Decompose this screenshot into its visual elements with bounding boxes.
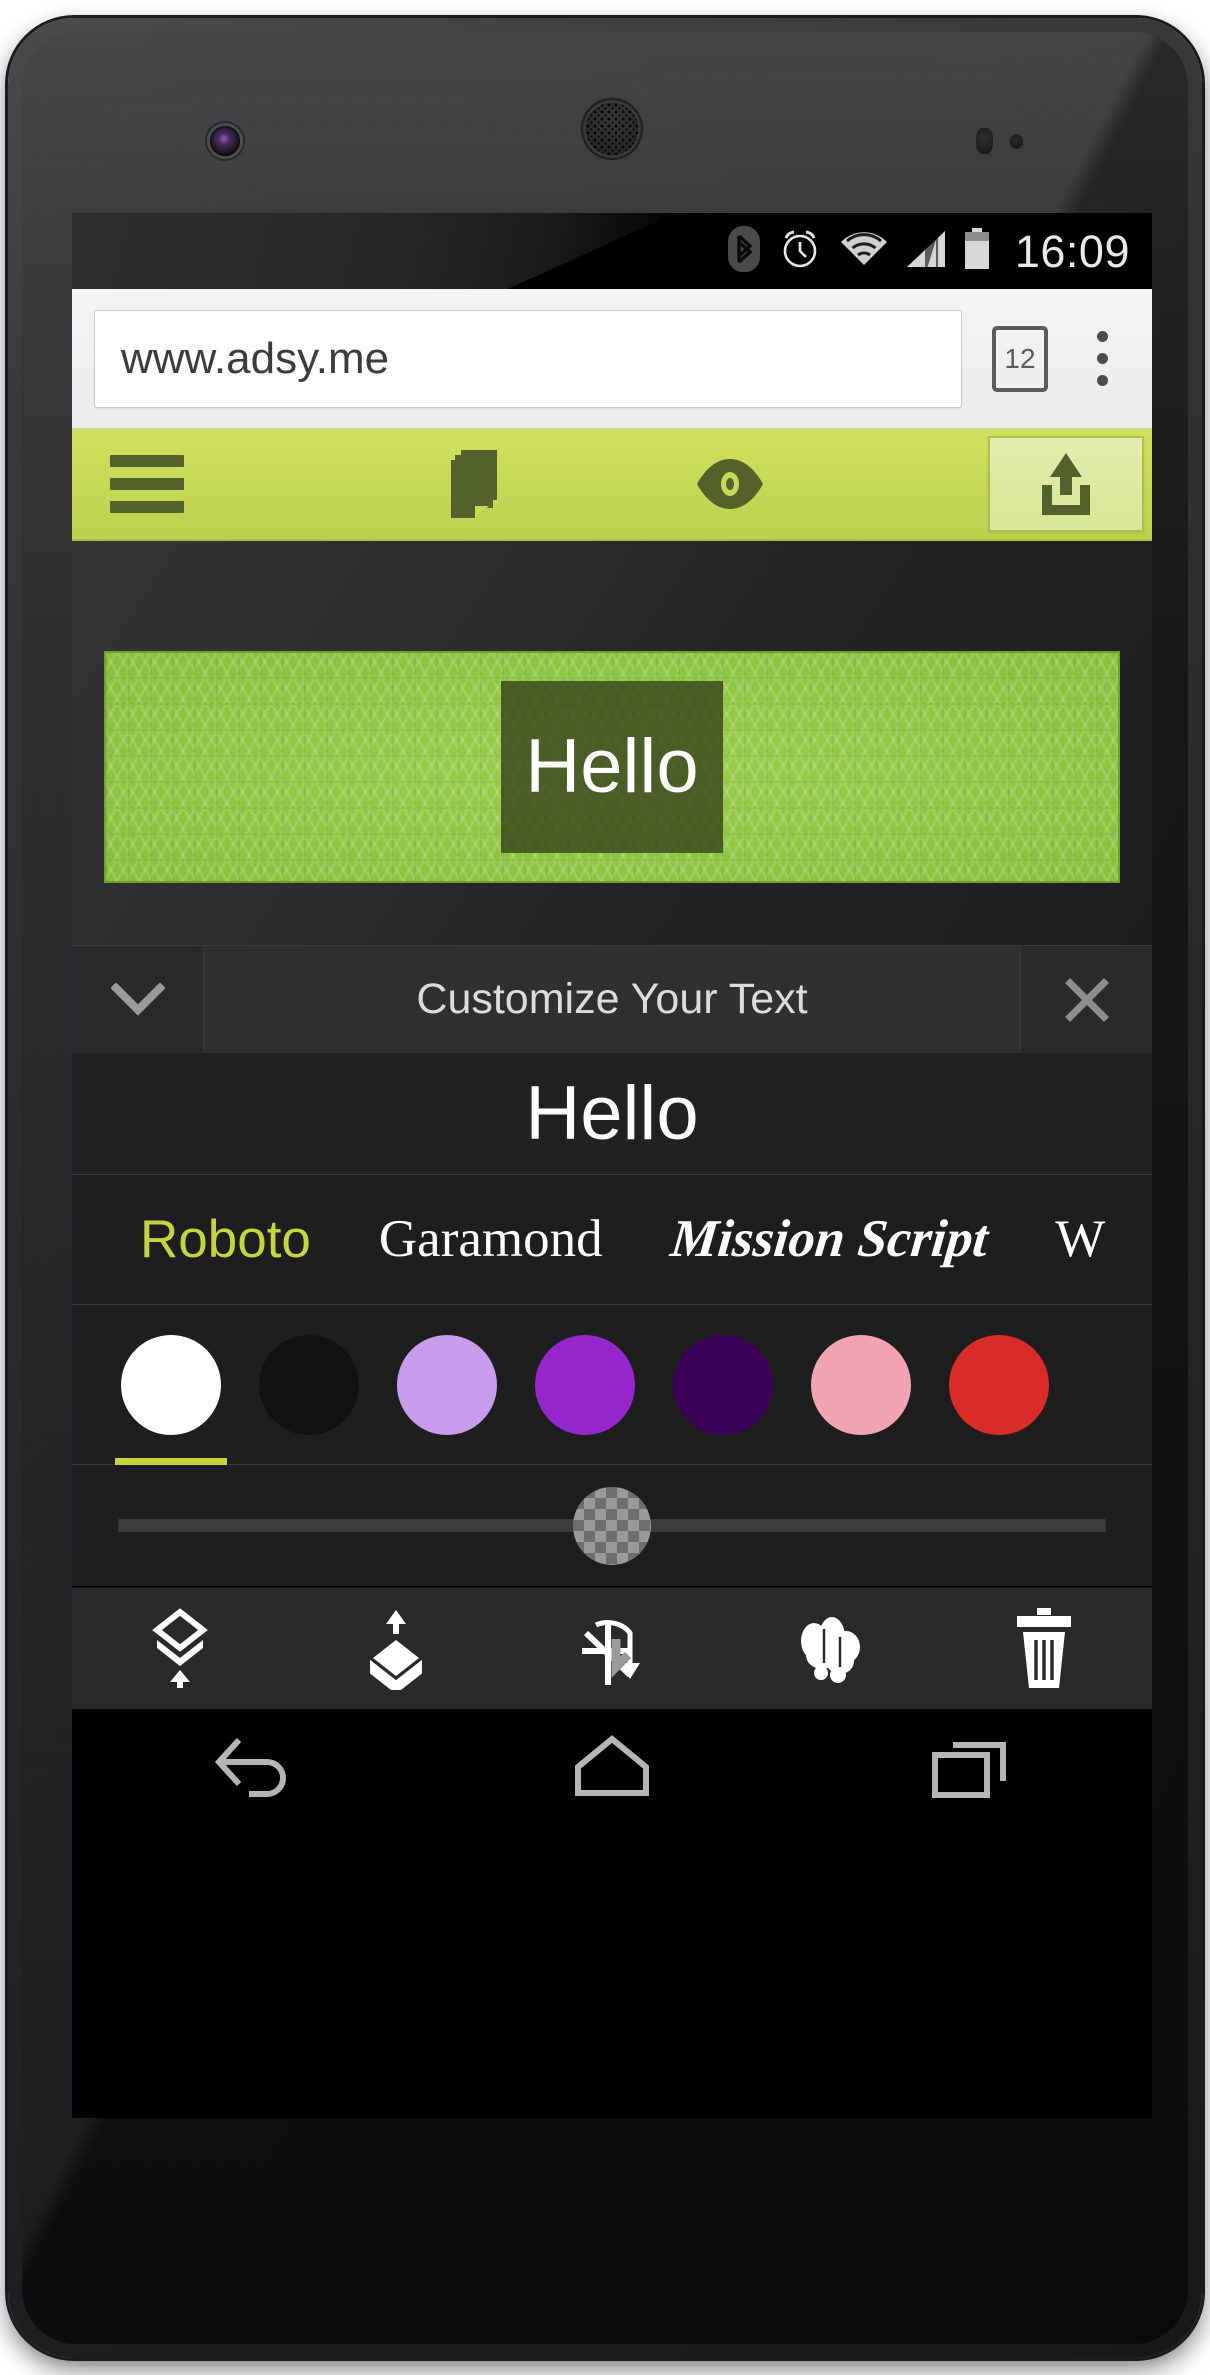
delete-button[interactable] — [936, 1588, 1152, 1710]
color-swatch-purple[interactable] — [516, 1305, 654, 1465]
text-preview-value: Hello — [525, 1070, 699, 1156]
wifi-icon — [839, 229, 889, 274]
font-option-garamond[interactable]: Garamond — [345, 1213, 637, 1266]
status-bar-clock: 16:09 — [1014, 225, 1130, 277]
tab-counter-button[interactable]: 12 — [992, 325, 1048, 392]
opacity-slider[interactable] — [72, 1465, 1152, 1587]
color-swatch-dark-purple[interactable] — [654, 1305, 792, 1465]
font-option-roboto[interactable]: Roboto — [106, 1213, 345, 1266]
swatch-dot — [673, 1334, 773, 1435]
design-card[interactable]: Hello — [104, 651, 1120, 883]
bring-forward-button[interactable] — [288, 1588, 504, 1710]
bluetooth-icon — [727, 225, 761, 278]
font-picker[interactable]: Roboto Garamond Mission Script W — [72, 1175, 1152, 1305]
color-swatch-pink[interactable] — [792, 1305, 930, 1465]
rotate-flip-button[interactable] — [504, 1588, 720, 1710]
proximity-sensor-icon — [976, 128, 993, 154]
chevron-down-icon[interactable] — [72, 946, 204, 1053]
eye-preview-icon[interactable] — [655, 428, 805, 540]
earpiece-speaker-icon — [581, 98, 643, 160]
phone-device-frame: 16:09 www.adsy.me 12 Hello Customize You… — [8, 18, 1202, 2358]
recent-apps-icon[interactable] — [872, 1709, 1072, 1825]
swatch-dot — [949, 1334, 1049, 1435]
phone-screen: 16:09 www.adsy.me 12 Hello Customize You… — [72, 213, 1152, 2118]
url-text: www.adsy.me — [121, 333, 390, 383]
menu-dot — [1096, 331, 1108, 342]
swatch-dot — [811, 1334, 911, 1435]
hamburger-menu-icon[interactable] — [72, 428, 222, 540]
cellular-signal-icon — [905, 229, 947, 274]
front-camera-icon — [210, 126, 240, 156]
color-swatch-red[interactable] — [930, 1305, 1068, 1465]
alarm-clock-icon — [777, 226, 823, 277]
duplicate-button[interactable] — [720, 1588, 936, 1710]
color-swatch-light-purple[interactable] — [378, 1305, 516, 1465]
android-navigation-bar — [72, 1709, 1152, 1825]
menu-dot — [1096, 375, 1108, 386]
hamburger-bar — [110, 455, 184, 467]
swatch-dot — [535, 1334, 635, 1435]
android-status-bar: 16:09 — [72, 213, 1152, 289]
close-icon[interactable] — [1020, 946, 1152, 1053]
send-backward-button[interactable] — [72, 1588, 288, 1710]
pages-icon[interactable] — [405, 428, 555, 540]
upload-button[interactable] — [988, 436, 1145, 532]
tab-count-label: 12 — [1004, 342, 1036, 374]
text-layer-value: Hello — [525, 724, 699, 809]
back-icon[interactable] — [152, 1709, 352, 1825]
color-picker[interactable] — [72, 1305, 1152, 1465]
slider-thumb[interactable] — [573, 1486, 651, 1565]
font-option-partial[interactable]: W — [1021, 1213, 1139, 1266]
swatch-dot — [121, 1334, 221, 1435]
home-icon[interactable] — [512, 1709, 712, 1825]
panel-title: Customize Your Text — [416, 975, 808, 1023]
menu-dot — [1096, 353, 1108, 364]
hamburger-bar — [110, 501, 184, 513]
text-layer[interactable]: Hello — [501, 681, 723, 853]
slider-track[interactable] — [118, 1486, 1106, 1565]
hamburger-bar — [110, 478, 184, 490]
layer-action-bar — [72, 1587, 1152, 1709]
design-canvas[interactable]: Hello — [72, 541, 1152, 945]
url-bar[interactable]: www.adsy.me — [94, 309, 962, 408]
color-swatch-black[interactable] — [240, 1305, 378, 1465]
customize-panel-header: Customize Your Text — [72, 945, 1152, 1053]
font-option-mission-script[interactable]: Mission Script — [634, 1210, 1024, 1268]
swatch-dot — [259, 1334, 359, 1435]
ambient-light-sensor-icon — [1010, 134, 1023, 149]
browser-toolbar: www.adsy.me 12 — [72, 289, 1152, 429]
app-toolbar — [72, 429, 1152, 541]
color-swatch-white[interactable] — [102, 1305, 240, 1465]
overflow-menu-icon[interactable] — [1074, 316, 1130, 402]
swatch-dot — [397, 1334, 497, 1435]
battery-icon — [963, 227, 991, 275]
text-preview[interactable]: Hello — [72, 1053, 1152, 1175]
panel-title-area: Customize Your Text — [204, 946, 1020, 1053]
